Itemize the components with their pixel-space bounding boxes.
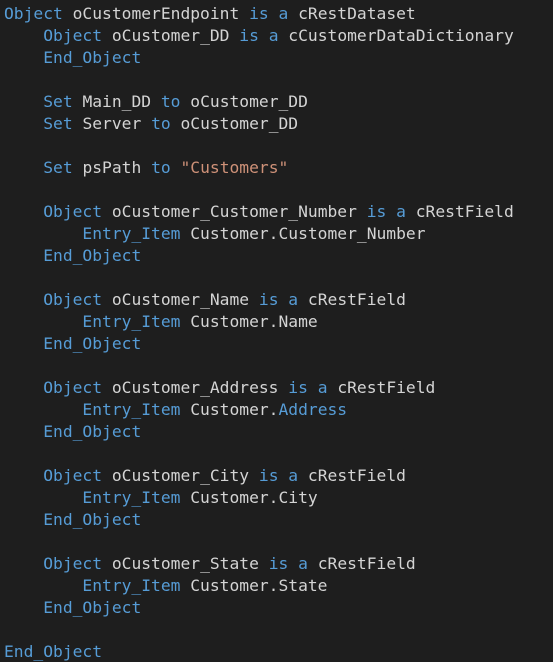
code-token: cRestDataset [288, 4, 416, 23]
code-line[interactable]: End_Object [0, 509, 553, 531]
code-token: Set [43, 114, 73, 133]
code-token: is a [258, 290, 299, 309]
code-line[interactable]: End_Object [0, 47, 553, 69]
code-line[interactable]: Entry_Item Customer.Address [0, 399, 553, 421]
code-token: oCustomerEndpoint [62, 4, 250, 23]
code-token: cRestField [327, 378, 436, 397]
code-token: Entry_Item [82, 488, 181, 507]
code-line[interactable] [0, 355, 553, 377]
code-token: End_Object [43, 598, 142, 617]
code-token: oCustomer_State [102, 554, 269, 573]
code-token: Entry_Item [82, 224, 181, 243]
code-token: is a [288, 378, 328, 397]
code-line[interactable]: Set psPath to "Customers" [0, 157, 553, 179]
code-token: to [151, 114, 171, 133]
code-token: Server [72, 114, 152, 133]
code-line[interactable]: Entry_Item Customer.City [0, 487, 553, 509]
code-token: End_Object [43, 246, 142, 265]
code-token: Entry_Item [82, 400, 181, 419]
code-line[interactable] [0, 135, 553, 157]
code-token: is a [258, 466, 299, 485]
code-token: cCustomerDataDictionary [278, 26, 514, 45]
code-token: cRestField [307, 554, 416, 573]
code-token: is a [268, 554, 308, 573]
code-line[interactable]: Set Main_DD to oCustomer_DD [0, 91, 553, 113]
code-token: oCustomer_DD [180, 92, 308, 111]
code-token: End_Object [43, 510, 142, 529]
code-editor[interactable]: Object oCustomerEndpoint is a cRestDatas… [0, 0, 553, 662]
code-line[interactable]: End_Object [0, 597, 553, 619]
code-token: cRestField [298, 290, 406, 309]
code-token: Customer.State [180, 576, 328, 595]
code-token: Set [43, 158, 73, 177]
code-token: Main_DD [72, 92, 161, 111]
code-line[interactable] [0, 267, 553, 289]
code-token: Object [43, 290, 103, 309]
code-token: Entry_Item [82, 312, 181, 331]
code-line[interactable]: End_Object [0, 421, 553, 443]
code-token: oCustomer_DD [102, 26, 240, 45]
code-token: Object [43, 202, 103, 221]
code-token: oCustomer_Customer_Number [102, 202, 367, 221]
code-token: Object [4, 4, 63, 23]
code-line[interactable]: Entry_Item Customer.Customer_Number [0, 223, 553, 245]
code-token: to [160, 92, 181, 111]
code-token: is a [239, 26, 279, 45]
code-token: Object [43, 378, 103, 397]
code-token: End_Object [43, 334, 142, 353]
code-line[interactable]: Set Server to oCustomer_DD [0, 113, 553, 135]
code-token: Set [43, 92, 73, 111]
code-token: Customer. [180, 400, 279, 419]
code-token: "Customers" [180, 158, 289, 177]
code-token: Entry_Item [82, 576, 181, 595]
code-token: Customer.Customer_Number [180, 224, 426, 243]
code-token: Customer.City [180, 488, 318, 507]
code-token: End_Object [4, 642, 103, 661]
code-token: Object [43, 26, 103, 45]
code-token: End_Object [43, 422, 142, 441]
code-line[interactable] [0, 619, 553, 641]
code-token: oCustomer_City [102, 466, 259, 485]
code-token: cRestField [298, 466, 406, 485]
code-line[interactable]: Object oCustomer_Customer_Number is a cR… [0, 201, 553, 223]
code-line[interactable]: Object oCustomer_State is a cRestField [0, 553, 553, 575]
code-line[interactable]: Object oCustomer_Address is a cRestField [0, 377, 553, 399]
code-token: is a [366, 202, 406, 221]
code-line[interactable]: Entry_Item Customer.Name [0, 311, 553, 333]
code-line[interactable]: Object oCustomer_City is a cRestField [0, 465, 553, 487]
code-token: to [151, 158, 171, 177]
code-line[interactable] [0, 443, 553, 465]
code-line[interactable] [0, 179, 553, 201]
code-line[interactable]: Entry_Item Customer.State [0, 575, 553, 597]
code-token: Address [278, 400, 348, 419]
code-line[interactable]: Object oCustomer_DD is a cCustomerDataDi… [0, 25, 553, 47]
code-token: cRestField [405, 202, 514, 221]
code-token: oCustomer_Address [102, 378, 289, 397]
code-line[interactable] [0, 531, 553, 553]
code-line[interactable]: Object oCustomerEndpoint is a cRestDatas… [0, 3, 553, 25]
code-line[interactable]: End_Object [0, 641, 553, 662]
code-token: Customer.Name [180, 312, 318, 331]
code-token: oCustomer_Name [102, 290, 259, 309]
code-token: psPath [72, 158, 152, 177]
code-line[interactable]: End_Object [0, 333, 553, 355]
code-token: Object [43, 554, 103, 573]
code-token: is a [249, 4, 289, 23]
code-line[interactable]: Object oCustomer_Name is a cRestField [0, 289, 553, 311]
code-line[interactable]: End_Object [0, 245, 553, 267]
code-token: End_Object [43, 48, 142, 67]
code-line[interactable] [0, 69, 553, 91]
code-token: oCustomer_DD [170, 114, 299, 133]
code-token: Object [43, 466, 103, 485]
